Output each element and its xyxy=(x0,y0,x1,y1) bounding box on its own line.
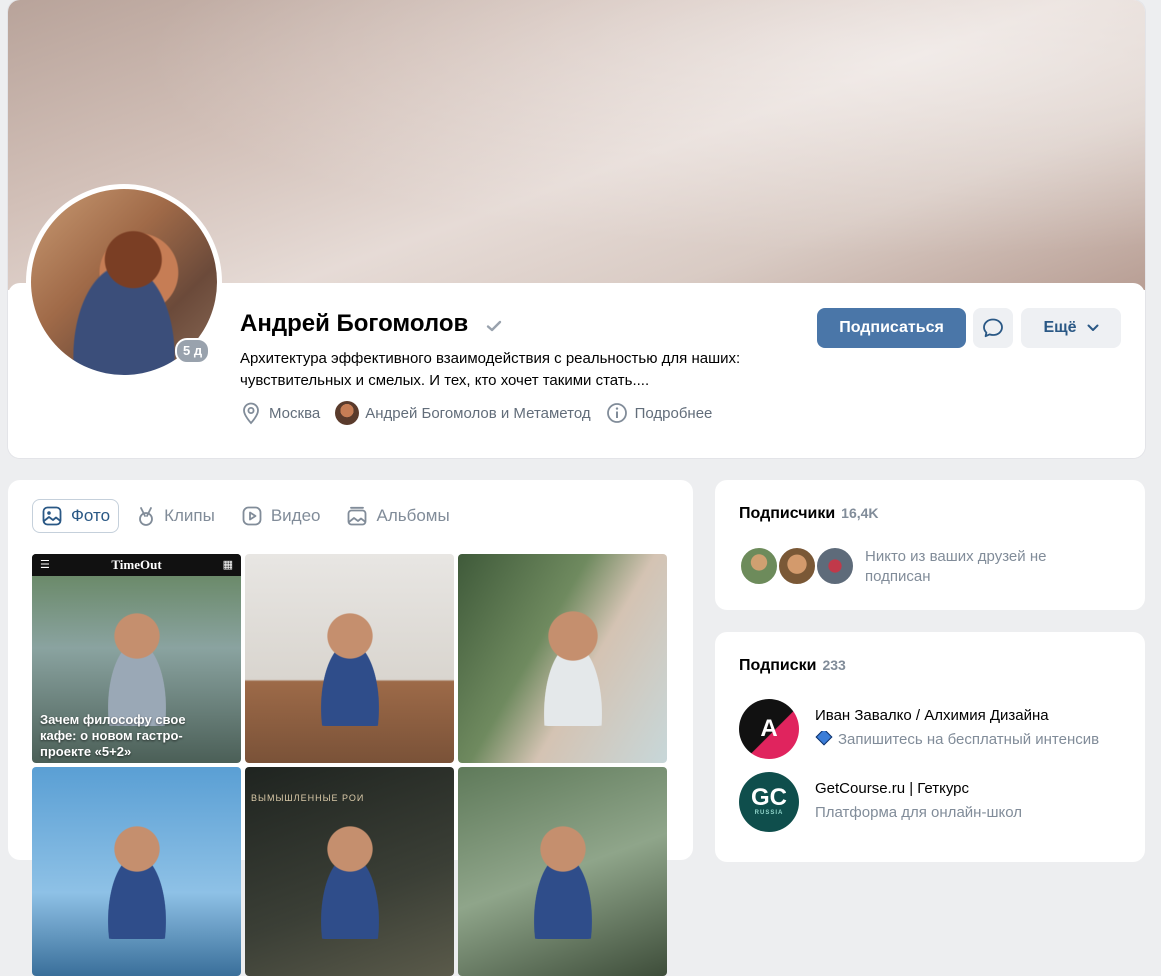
subscription-desc: Платформа для онлайн-школ xyxy=(815,804,1022,821)
albums-icon xyxy=(348,506,367,526)
details-link[interactable]: Подробнее xyxy=(606,402,713,424)
subscription-desc-text: Запишитесь на бесплатный интенсив xyxy=(838,731,1100,748)
online-status-badge: 5 д xyxy=(175,338,211,364)
followers-card[interactable]: Подписчики 16,4K Никто из ваших друзей не… xyxy=(715,480,1145,610)
photo-tile[interactable] xyxy=(458,554,667,763)
tab-albums-label: Альбомы xyxy=(376,506,450,525)
photo-tile[interactable] xyxy=(245,554,454,763)
subscriptions-title[interactable]: Подписки 233 xyxy=(739,657,846,675)
tab-video-label: Видео xyxy=(270,506,321,525)
followers-friends-note: Никто из ваших друзей не подписан xyxy=(865,548,1047,585)
subscription-item[interactable]: GC RUSSIA GetCourse.ru | Геткурс Платфор… xyxy=(739,772,1129,832)
subscriptions-card: Подписки 233 A Иван Завалко / Алхимия Диз… xyxy=(715,632,1145,862)
avatar[interactable]: GC RUSSIA xyxy=(739,772,799,832)
followers-title-label: Подписчики xyxy=(739,505,836,522)
tab-albums[interactable]: Альбомы xyxy=(337,499,458,533)
verified-check-icon[interactable] xyxy=(484,316,504,336)
photo-subject xyxy=(527,606,618,727)
city-item[interactable]: Москва xyxy=(240,401,320,425)
photo-tile[interactable] xyxy=(458,767,667,976)
followers-title[interactable]: Подписчики 16,4K xyxy=(739,505,879,523)
video-icon xyxy=(242,506,262,526)
subscriptions-count: 233 xyxy=(822,657,846,673)
photo-overlay-text: ВЫМЫШЛЕННЫЕ РОИ xyxy=(251,793,365,803)
info-icon xyxy=(606,403,627,423)
details-label: Подробнее xyxy=(634,404,713,422)
photo-tile[interactable] xyxy=(32,767,241,976)
subscriptions-title-label: Подписки xyxy=(739,657,817,674)
tab-video[interactable]: Видео xyxy=(232,499,330,533)
subscription-desc: Запишитесь на бесплатный интенсив xyxy=(815,731,1125,748)
media-tabs: Фото Клипы Видео Альбомы xyxy=(32,499,467,533)
followers-count: 16,4K xyxy=(841,505,879,521)
profile-name: Андрей Богомолов xyxy=(240,310,469,337)
location-pin-icon xyxy=(243,402,259,425)
diamond-icon xyxy=(815,731,833,746)
city-label: Москва xyxy=(269,404,321,422)
work-label: Андрей Богомолов и Метаметод xyxy=(365,404,591,422)
more-label: Ещё xyxy=(1043,319,1077,336)
chevron-down-icon xyxy=(1087,324,1099,331)
media-card: Фото Клипы Видео Альбомы ☰ TimeOut ▦ Зач… xyxy=(8,480,693,976)
avatar[interactable] xyxy=(739,546,779,586)
more-button[interactable]: Ещё xyxy=(1021,308,1121,348)
avatar[interactable] xyxy=(815,546,855,586)
magazine-logo: TimeOut xyxy=(111,557,162,572)
subscribe-button[interactable]: Подписаться xyxy=(817,308,966,348)
tab-photos-label: Фото xyxy=(71,506,111,525)
photo-subject xyxy=(91,819,182,940)
list-icon: ☰ xyxy=(40,558,50,571)
calendar-icon: ▦ xyxy=(222,558,233,571)
avatar[interactable] xyxy=(777,546,817,586)
work-avatar xyxy=(335,401,360,425)
avatar-letter: A xyxy=(760,715,778,742)
profile-meta: Москва Андрей Богомолов и Метаметод Подр… xyxy=(240,400,727,426)
clips-icon xyxy=(139,507,153,526)
tab-clips-label: Клипы xyxy=(164,506,215,525)
avatar[interactable]: A xyxy=(739,699,799,759)
photo-subject xyxy=(304,606,395,727)
avatar-letters: GC xyxy=(751,784,787,811)
magazine-header: ☰ TimeOut ▦ xyxy=(32,554,241,576)
work-item[interactable]: Андрей Богомолов и Метаметод xyxy=(335,401,591,425)
subscription-item[interactable]: A Иван Завалко / Алхимия Дизайна Запишит… xyxy=(739,699,1129,759)
subscription-name[interactable]: GetCourse.ru | Геткурс xyxy=(815,780,969,797)
photo-tile[interactable]: ☰ TimeOut ▦ Зачем философу свое кафе: о … xyxy=(32,554,241,763)
profile-status: Архитектура эффективного взаимодействия … xyxy=(240,350,741,389)
message-bubble-icon xyxy=(983,318,1003,338)
photo-subject xyxy=(517,819,608,940)
photo-icon xyxy=(42,506,62,526)
photo-subject xyxy=(91,606,182,727)
photo-grid: ☰ TimeOut ▦ Зачем философу свое кафе: о … xyxy=(32,554,669,976)
message-button[interactable] xyxy=(973,308,1013,348)
subscription-name[interactable]: Иван Завалко / Алхимия Дизайна xyxy=(815,707,1049,724)
photo-tile[interactable]: ВЫМЫШЛЕННЫЕ РОИ xyxy=(245,767,454,976)
photo-subject xyxy=(304,819,395,940)
photo-caption: Зачем философу свое кафе: о новом гастро… xyxy=(40,712,186,759)
avatar-subtext: RUSSIA xyxy=(754,810,784,816)
tab-photos[interactable]: Фото xyxy=(32,499,120,533)
tab-clips[interactable]: Клипы xyxy=(127,499,224,533)
